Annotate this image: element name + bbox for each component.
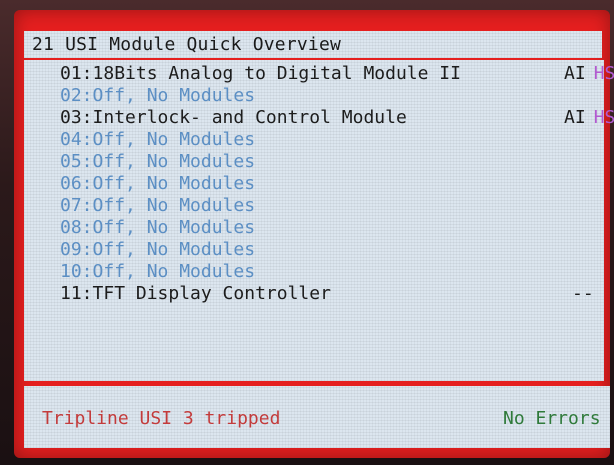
module-number: 04: <box>60 129 93 150</box>
ai-flag: AI <box>564 63 586 84</box>
page-title: 21 USI Module Quick Overview <box>32 34 342 55</box>
module-label: Off, No Modules <box>92 239 256 260</box>
module-flags-03: AI HS <box>564 108 614 128</box>
module-label: Off, No Modules <box>92 217 256 238</box>
module-row-09[interactable]: 09:Off, No Modules <box>60 240 255 260</box>
module-label: Off, No Modules <box>92 85 256 106</box>
module-row-01[interactable]: 01:18Bits Analog to Digital Module II <box>60 64 461 84</box>
module-label: Off, No Modules <box>92 173 256 194</box>
module-label: Off, No Modules <box>92 129 256 150</box>
module-list: 01:18Bits Analog to Digital Module II AI… <box>24 60 614 381</box>
module-number: 06: <box>60 173 93 194</box>
module-row-11[interactable]: 11:TFT Display Controller <box>60 284 331 304</box>
module-row-03[interactable]: 03:Interlock- and Control Module <box>60 108 407 128</box>
module-label: Interlock- and Control Module <box>92 107 407 128</box>
error-status: No Errors <box>503 408 601 429</box>
module-number: 03: <box>60 107 93 128</box>
status-bar: Tripline USI 3 tripped No Errors <box>24 386 610 448</box>
module-label: 18Bits Analog to Digital Module II <box>92 63 461 84</box>
module-label: Off, No Modules <box>92 261 256 282</box>
title-bar: 21 USI Module Quick Overview <box>24 31 602 58</box>
module-row-10[interactable]: 10:Off, No Modules <box>60 262 255 282</box>
module-row-08[interactable]: 08:Off, No Modules <box>60 218 255 238</box>
module-row-07[interactable]: 07:Off, No Modules <box>60 196 255 216</box>
module-row-02[interactable]: 02:Off, No Modules <box>60 86 255 106</box>
hs-flag: HS <box>593 63 614 84</box>
module-flags-11: -- <box>572 284 594 304</box>
module-number: 08: <box>60 217 93 238</box>
module-label: Off, No Modules <box>92 151 256 172</box>
module-number: 09: <box>60 239 93 260</box>
no-flag-dash: -- <box>572 283 594 304</box>
module-number: 11: <box>60 283 93 304</box>
trip-status-message: Tripline USI 3 tripped <box>42 408 281 429</box>
module-number: 02: <box>60 85 93 106</box>
module-label: Off, No Modules <box>92 195 256 216</box>
module-label: TFT Display Controller <box>92 283 331 304</box>
module-row-04[interactable]: 04:Off, No Modules <box>60 130 255 150</box>
hs-flag: HS <box>593 107 614 128</box>
module-number: 05: <box>60 151 93 172</box>
module-number: 01: <box>60 63 93 84</box>
module-number: 10: <box>60 261 93 282</box>
module-row-05[interactable]: 05:Off, No Modules <box>60 152 255 172</box>
module-number: 07: <box>60 195 93 216</box>
ai-flag: AI <box>564 107 586 128</box>
module-row-06[interactable]: 06:Off, No Modules <box>60 174 255 194</box>
module-flags-01: AI HS <box>564 64 614 84</box>
